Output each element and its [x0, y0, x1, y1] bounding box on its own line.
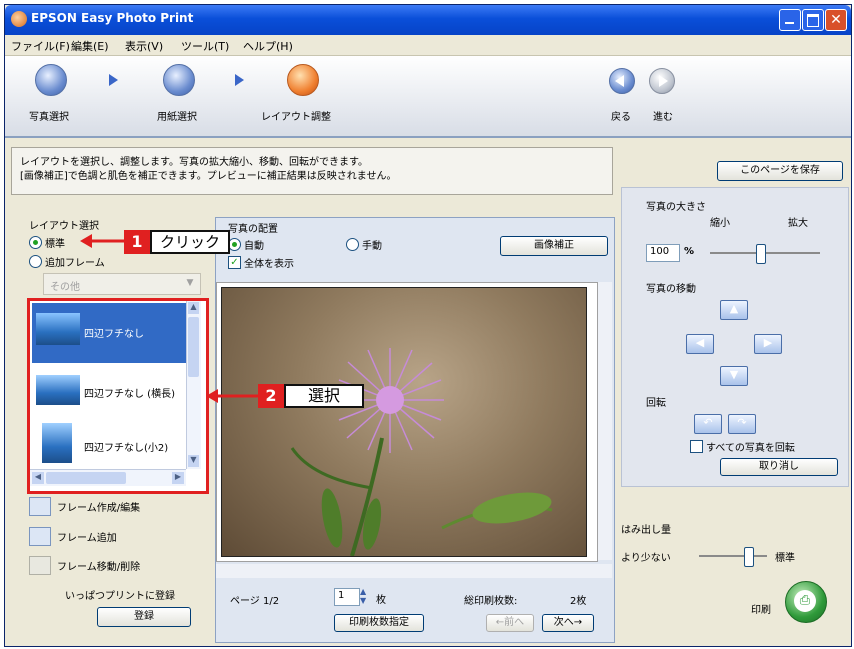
callout-2-text: 選択 [284, 384, 364, 408]
callout-arrows [80, 234, 258, 403]
callout-1-number: 1 [124, 230, 150, 254]
callout-arrow-2-icon [206, 389, 218, 403]
callout-2-number: 2 [258, 384, 284, 408]
callout-1-text: クリック [150, 230, 230, 254]
callout-arrow-1-icon [80, 234, 92, 248]
